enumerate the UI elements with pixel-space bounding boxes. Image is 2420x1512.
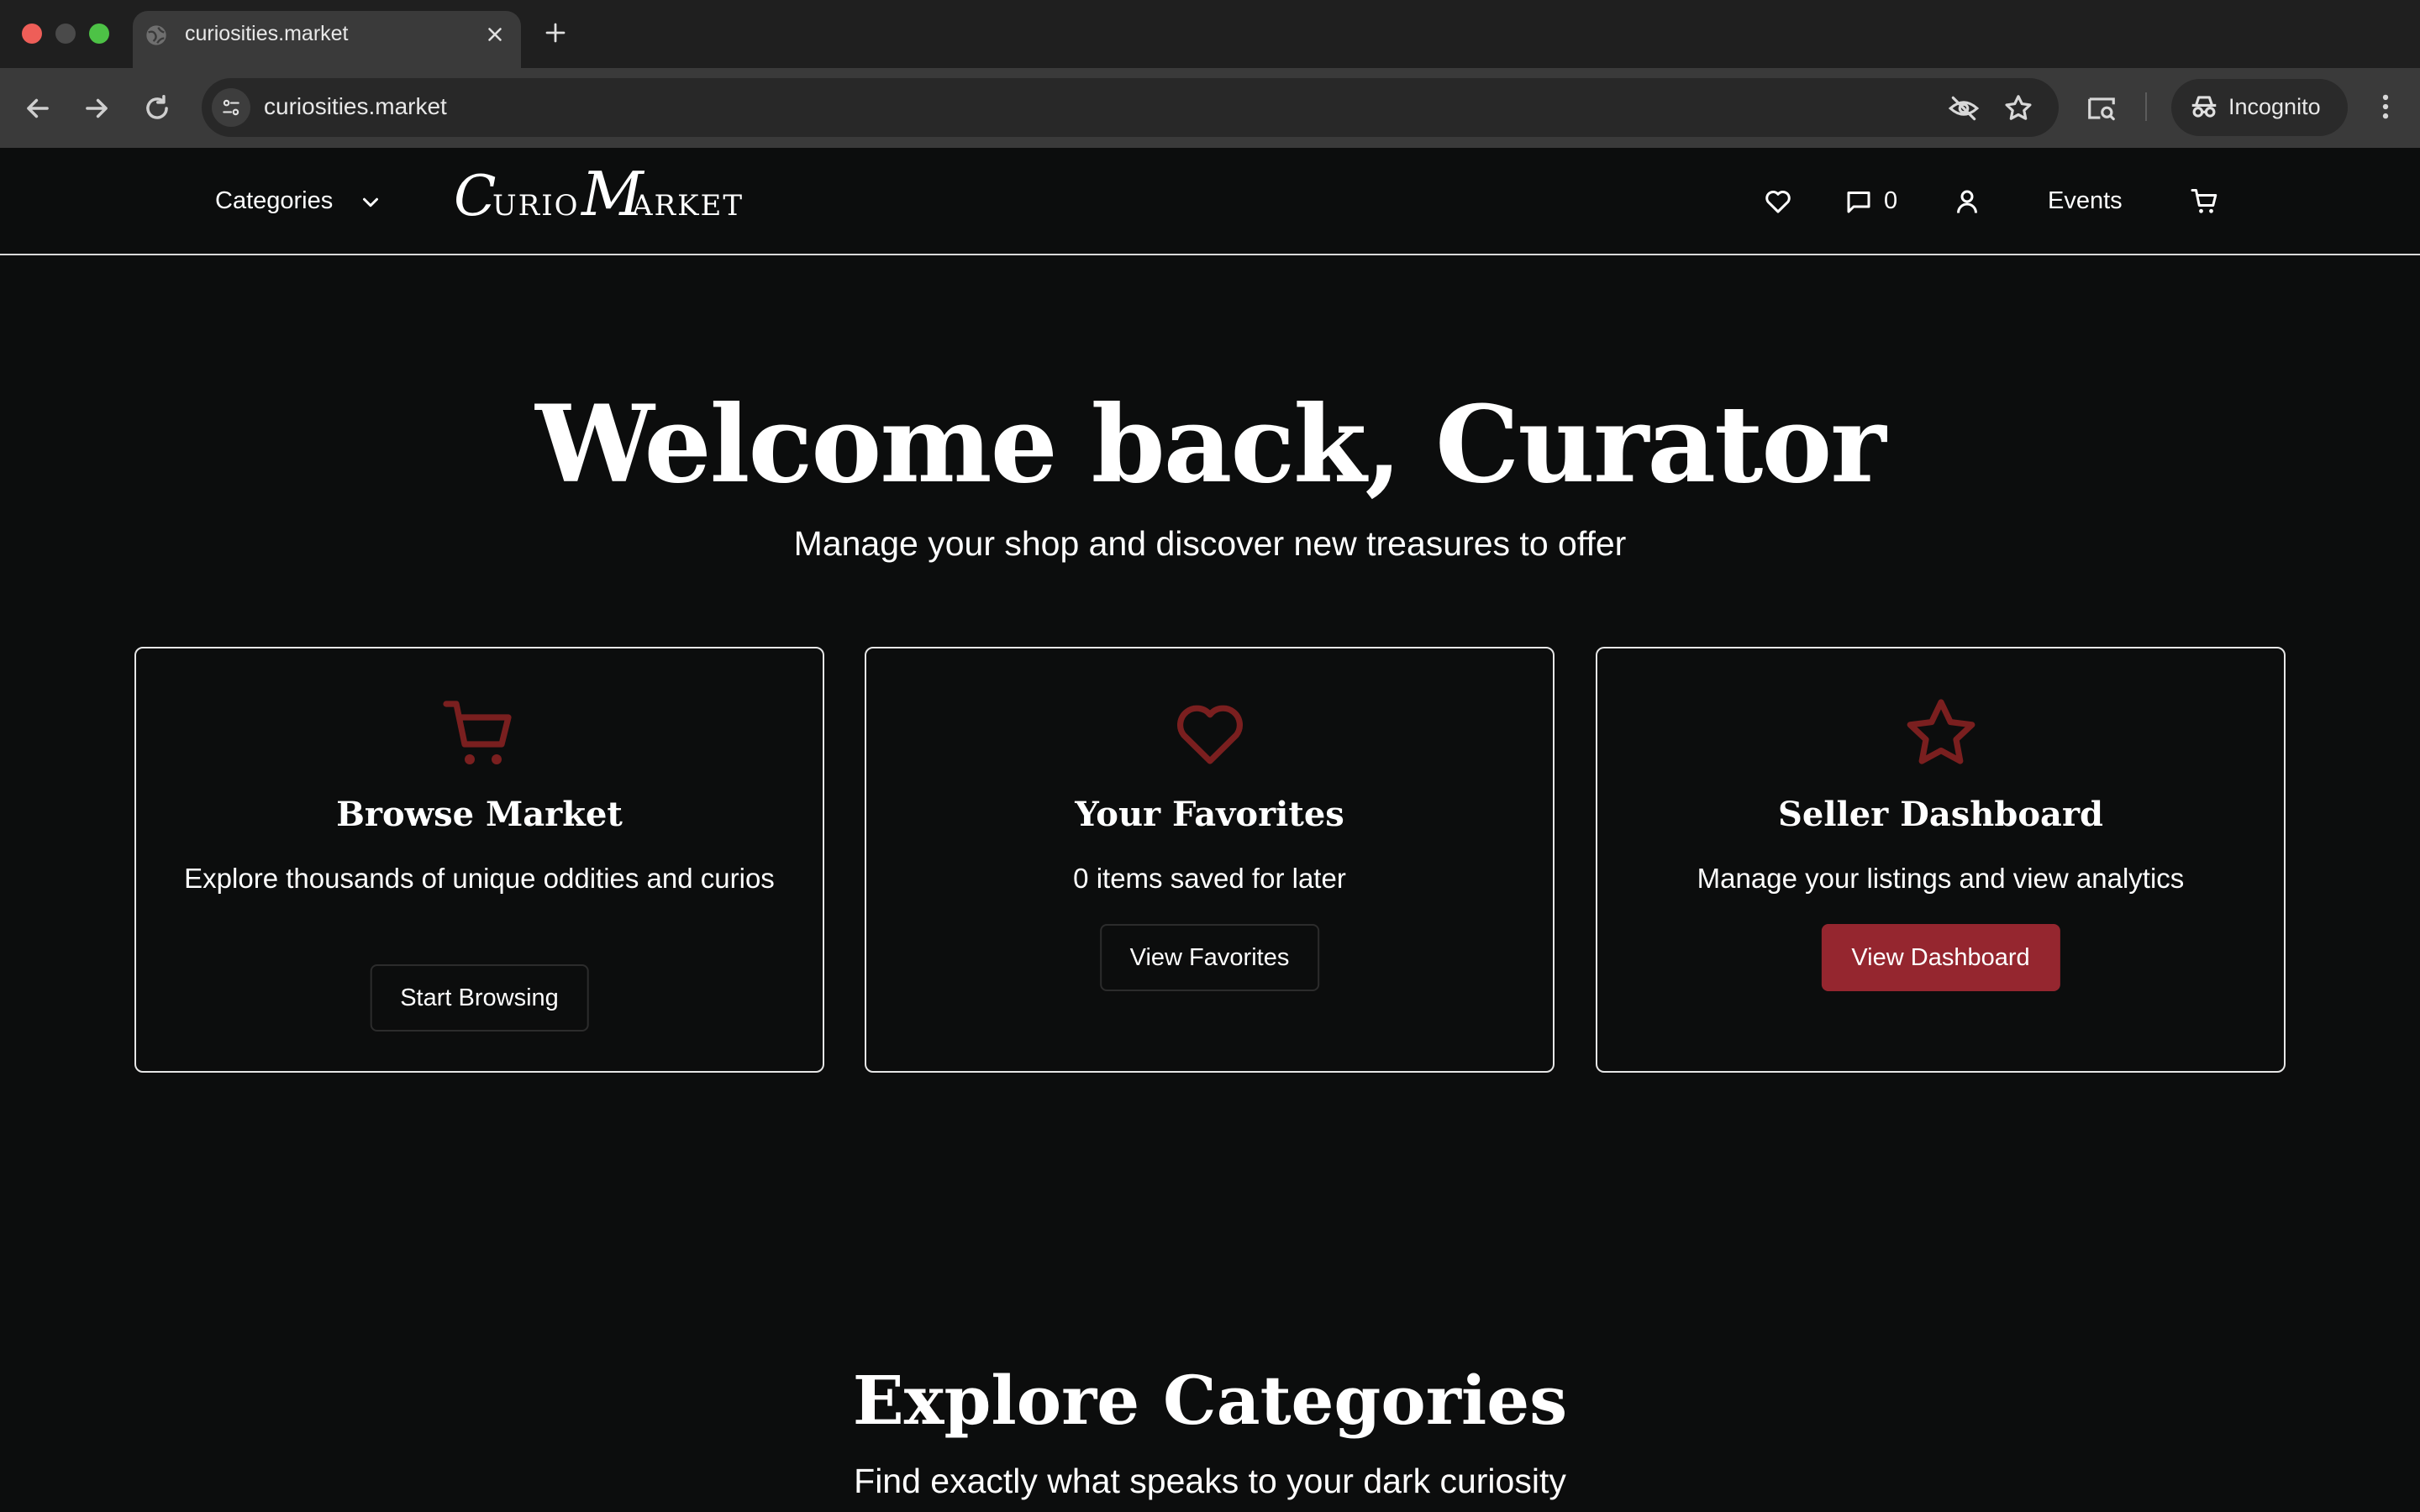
user-icon[interactable] [1952, 186, 1982, 217]
forward-arrow-icon[interactable] [81, 92, 113, 124]
heart-icon[interactable] [1763, 186, 1793, 217]
svg-text:ARKET: ARKET [631, 189, 744, 223]
tune-icon [223, 99, 239, 116]
explore-categories-subtitle: Find exactly what speaks to your dark cu… [854, 1462, 1566, 1500]
card-description: 0 items saved for later [1073, 863, 1346, 894]
welcome-subtitle: Manage your shop and discover new treasu… [793, 524, 1627, 563]
star-icon [1907, 699, 1975, 764]
incognito-label: Incognito [2228, 94, 2321, 119]
card-description: Explore thousands of unique oddities and… [184, 863, 775, 894]
cart-icon[interactable] [2190, 186, 2220, 217]
messages-count[interactable]: 0 [1884, 187, 1897, 215]
welcome-heading: Welcome back, Curator [535, 382, 1886, 507]
svg-text:URIO: URIO [492, 189, 580, 223]
heart-icon [1176, 705, 1243, 764]
card-title: Seller Dashboard [1778, 795, 2103, 834]
toolbar-divider [2145, 92, 2147, 121]
card-title: Your Favorites [1075, 795, 1344, 834]
globe-icon [146, 25, 166, 45]
cart-icon [442, 701, 512, 764]
tab-title: curiosities.market [185, 22, 349, 45]
eye-off-icon[interactable] [1948, 92, 1980, 124]
window-maximize-button[interactable] [89, 24, 109, 44]
view-favorites-button[interactable]: View Favorites [1099, 924, 1320, 991]
incognito-icon [2191, 96, 2217, 118]
address-bar[interactable] [202, 78, 2059, 137]
window-close-button[interactable] [22, 24, 42, 44]
view-dashboard-button[interactable]: View Dashboard [1821, 924, 2060, 991]
new-tab-icon[interactable] [543, 20, 568, 45]
chevron-down-icon[interactable] [358, 190, 383, 215]
close-tab-icon[interactable] [484, 24, 506, 45]
tab-search-icon[interactable] [2086, 92, 2118, 124]
back-arrow-icon[interactable] [22, 92, 54, 124]
message-icon[interactable] [1844, 186, 1874, 217]
browse-market-card: Browse Market Explore thousands of uniqu… [134, 647, 824, 1073]
categories-menu-button[interactable]: Categories [215, 187, 333, 215]
window-minimize-button[interactable] [55, 24, 76, 44]
seller-dashboard-card: Seller Dashboard Manage your listings an… [1596, 647, 2286, 1073]
url-text[interactable]: curiosities.market [264, 93, 447, 120]
card-description: Manage your listings and view analytics [1697, 863, 2185, 894]
more-menu-icon[interactable] [2370, 91, 2402, 123]
star-bookmark-icon[interactable] [2002, 92, 2034, 124]
explore-categories-heading: Explore Categories [852, 1361, 1568, 1440]
reload-icon[interactable] [141, 92, 173, 124]
favorites-card: Your Favorites 0 items saved for later V… [865, 647, 1555, 1073]
start-browsing-button[interactable]: Start Browsing [370, 964, 589, 1032]
events-link[interactable]: Events [2048, 187, 2123, 215]
svg-text:C: C [454, 165, 497, 228]
site-info-button[interactable] [212, 88, 250, 127]
card-title: Browse Market [336, 795, 623, 834]
curio-market-logo[interactable]: C URIO M ARKET [454, 165, 765, 228]
